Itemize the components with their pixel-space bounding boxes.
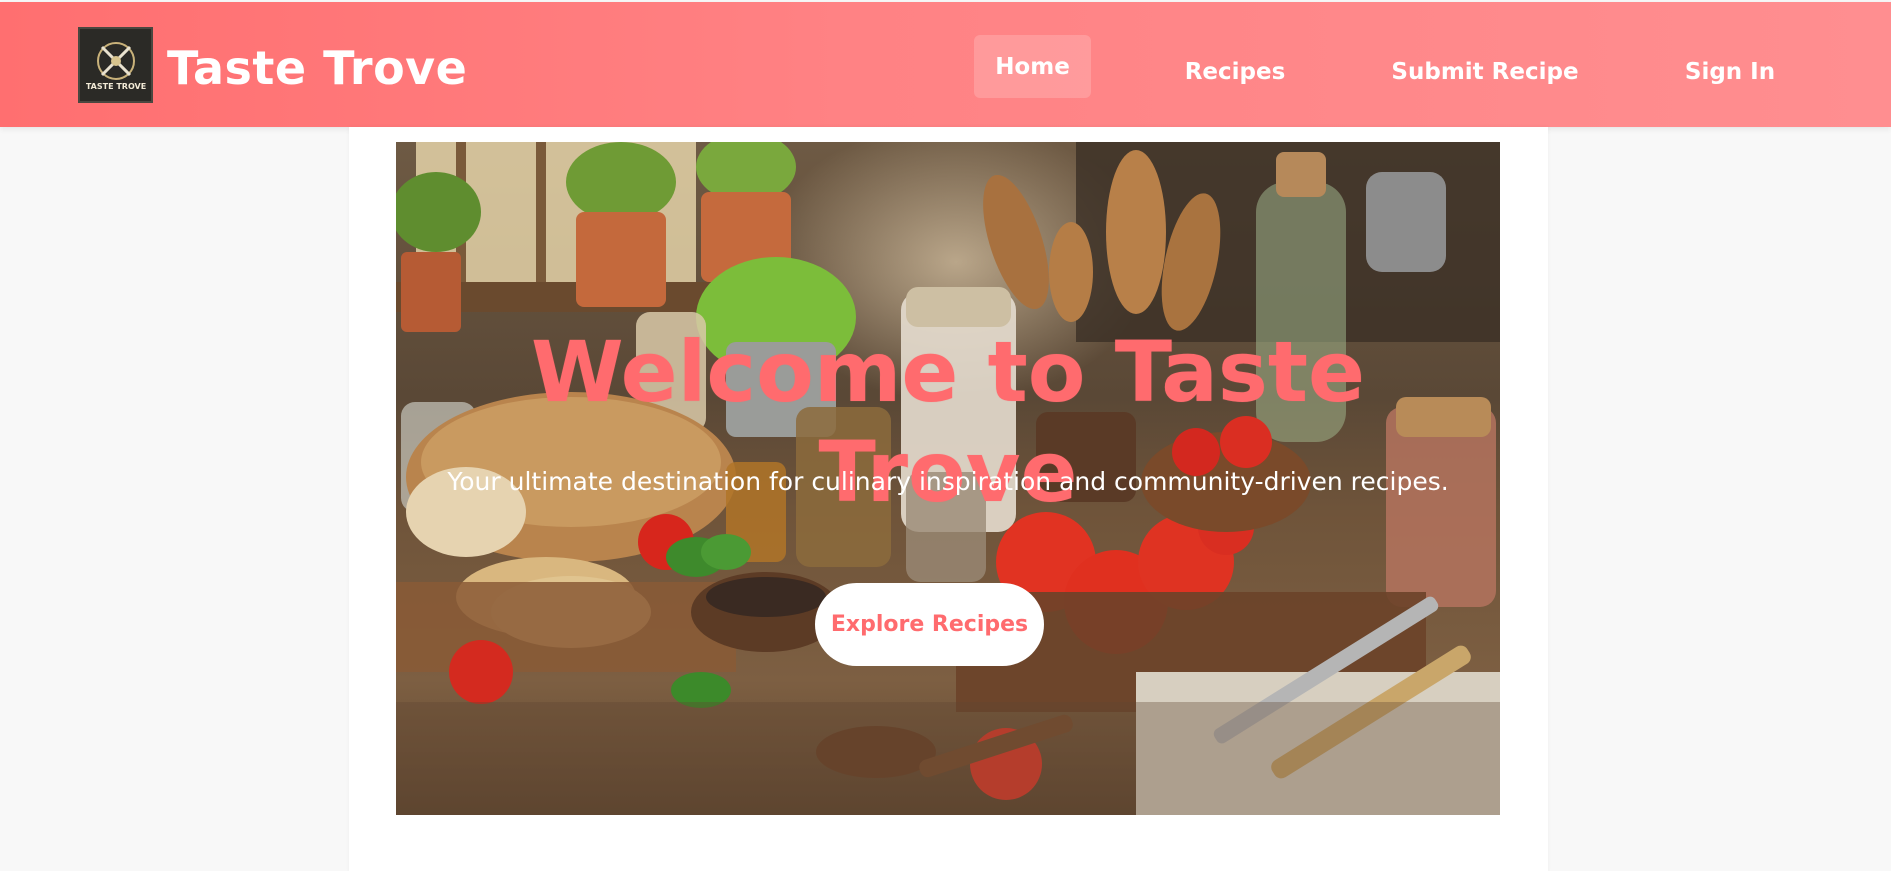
site-logo[interactable]: TASTE TROVE — [78, 27, 153, 103]
explore-recipes-button[interactable]: Explore Recipes — [815, 583, 1044, 666]
brand-name[interactable]: Taste Trove — [167, 38, 467, 98]
nav-recipes[interactable]: Recipes — [1170, 40, 1300, 103]
hero-banner: Welcome to Taste Trove Your ultimate des… — [396, 142, 1500, 815]
header-bar: TASTE TROVE Taste Trove Home Recipes Sub… — [0, 2, 1891, 127]
logo-icon: TASTE TROVE — [86, 42, 146, 91]
nav-home[interactable]: Home — [974, 35, 1091, 98]
hero-subtitle: Your ultimate destination for culinary i… — [447, 467, 1449, 496]
nav-submit-recipe[interactable]: Submit Recipe — [1390, 40, 1580, 103]
logo-text: TASTE TROVE — [86, 82, 146, 91]
nav-sign-in[interactable]: Sign In — [1670, 40, 1790, 103]
